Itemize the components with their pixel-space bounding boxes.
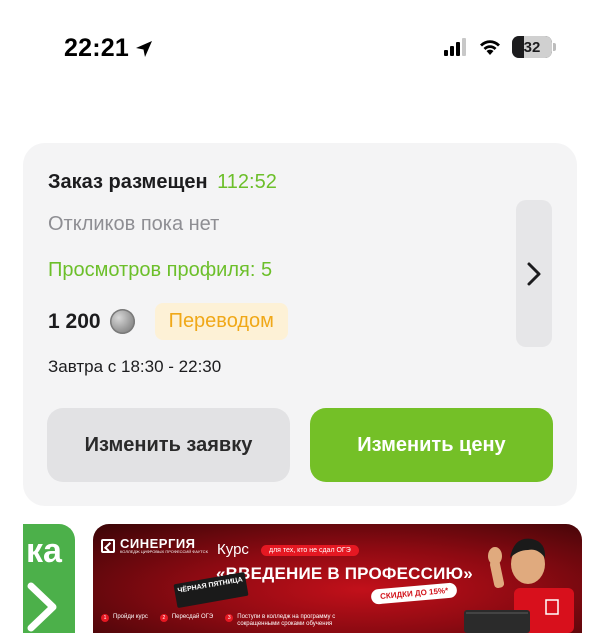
audience-pill: для тех, кто не сдал ОГЭ [261,545,359,556]
black-friday-tag: ЧЁРНАЯ ПЯТНИЦА [173,571,249,609]
promo-card-text: ка [26,532,62,570]
brand-logo-block: СИНЕРГИЯ КОЛЛЕДЖ ЦИФРОВЫХ ПРОФЕССИЙ ФАУТ… [101,537,208,554]
status-bar: 22:21 32 [0,0,600,100]
promo-step: 3 Поступи в колледж на программу с сокра… [225,614,343,628]
promo-banner[interactable]: СИНЕРГИЯ КОЛЛЕДЖ ЦИФРОВЫХ ПРОФЕССИЙ ФАУТ… [93,524,582,633]
status-icons: 32 [444,36,556,58]
promo-step: 2 Пересдай ОГЭ [159,614,213,628]
synergy-logo-icon [101,538,115,553]
clock-text: 22:21 [64,34,129,62]
payment-method-badge: Переводом [154,303,288,340]
responses-status: Откликов пока нет [48,213,220,235]
order-price: 1 200 [48,309,101,333]
battery-icon: 32 [512,36,556,58]
arrow-right-icon [27,582,57,632]
profile-views: Просмотров профиля: 5 [48,259,273,281]
student-illustration [464,538,574,633]
order-timer: 112:52 [217,171,277,193]
battery-percent: 32 [523,38,541,56]
edit-order-button[interactable]: Изменить заявку [47,408,290,482]
discount-badge: СКИДКИ ДО 15%* [370,582,458,605]
brand-subtitle: КОЛЛЕДЖ ЦИФРОВЫХ ПРОФЕССИЙ ФАУТСК [120,549,208,554]
order-status-title: Заказ размещен 112:52 [48,171,277,194]
status-time: 22:21 [64,34,153,63]
course-label: Курс [217,541,249,558]
promo-step: 1 Пройди курс [101,614,148,628]
wifi-icon [480,40,500,55]
order-details-button[interactable] [516,200,552,347]
course-title: «ВВЕДЕНИЕ В ПРОФЕССИЮ» [216,564,473,583]
order-status-label: Заказ размещен [48,171,208,193]
coin-icon [109,309,135,334]
location-arrow-icon [135,40,153,58]
promo-steps: 1 Пройди курс 2 Пересдай ОГЭ 3 Поступи в… [101,614,343,628]
order-schedule: Завтра с 18:30 - 22:30 [48,357,222,376]
change-price-button[interactable]: Изменить цену [310,408,553,482]
promo-card-partial[interactable]: ка [23,524,75,633]
chevron-right-icon [527,262,541,285]
cellular-signal-icon [444,38,466,56]
order-card: Заказ размещен 112:52 Откликов пока нет … [23,143,577,506]
price-row: 1 200 Переводом [48,303,288,340]
